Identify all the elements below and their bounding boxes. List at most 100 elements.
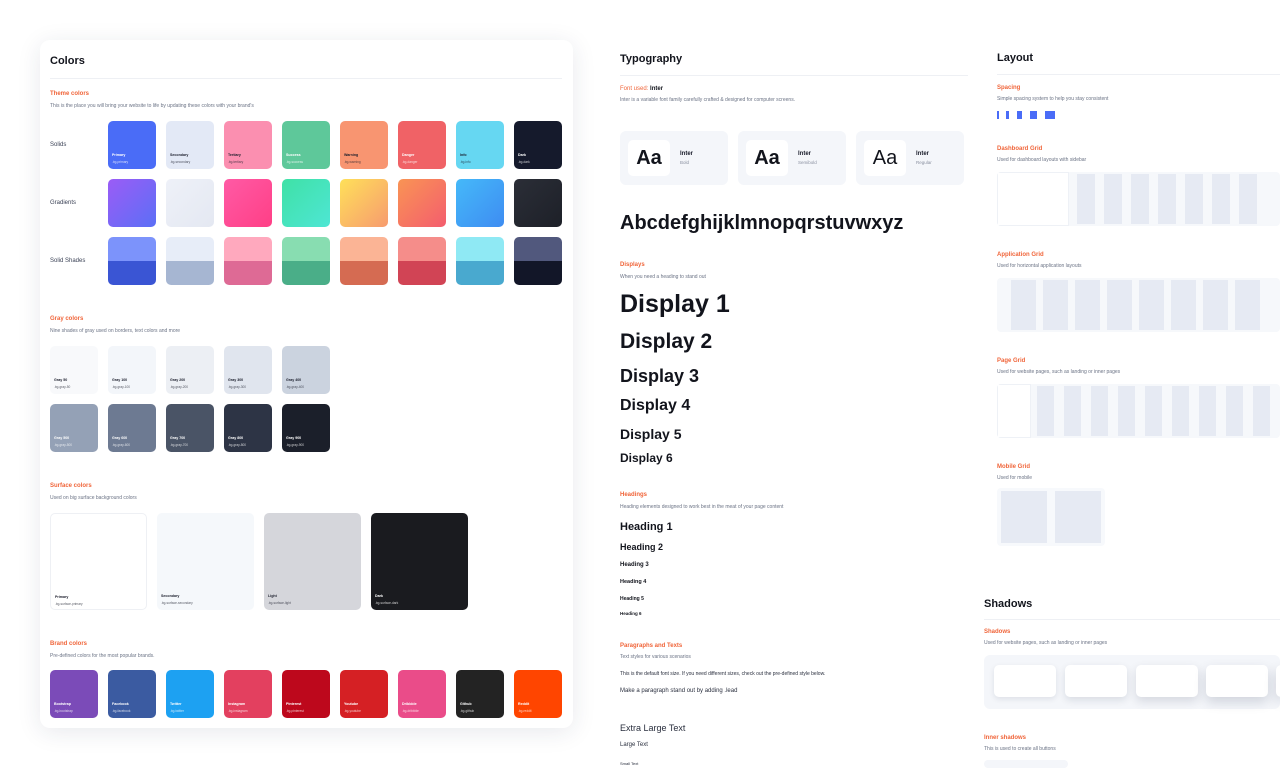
divider <box>984 619 1280 620</box>
shadows-title: Shadows <box>984 629 1011 635</box>
color-swatch <box>282 179 330 227</box>
paragraphs-desc: Text styles for various scenarios <box>620 654 691 660</box>
swatch-name: Youtube <box>344 702 359 706</box>
swatch-code: .bg-warning <box>344 160 361 164</box>
swatch-name: Tertiary <box>228 153 241 157</box>
color-swatch: Gray 200 .bg-gray-200 <box>166 346 214 394</box>
displays-title: Displays <box>620 262 645 268</box>
swatch-name: Gray 800 <box>228 436 244 440</box>
display-4: Display 4 <box>620 397 691 414</box>
swatch-name: Gray 500 <box>54 436 70 440</box>
swatch-code: .bg-success <box>286 160 304 164</box>
swatch-code: .bg-bootstrap <box>54 709 73 713</box>
color-swatch: Gray 400 .bg-gray-400 <box>282 346 330 394</box>
color-swatch: Primary .bg-primary <box>108 121 156 169</box>
page-grid <box>997 384 1280 438</box>
swatch-code: .bg-gray-400 <box>286 385 305 389</box>
inner-shadow-preview <box>984 760 1068 768</box>
grid-column <box>1171 280 1196 330</box>
grid-column <box>1064 386 1081 436</box>
swatch-code: .bg-twitter <box>170 709 184 713</box>
row-label-solid-shades: Solid Shades <box>50 258 86 264</box>
typography-title: Typography <box>620 53 683 65</box>
color-swatch: Gray 500 .bg-gray-500 <box>50 404 98 452</box>
font-name: Inter <box>798 151 812 157</box>
swatch-name: Gray 100 <box>112 378 128 382</box>
mobile-grid-title: Mobile Grid <box>997 464 1030 470</box>
paragraph-default: This is the default font size. If you ne… <box>620 671 826 677</box>
application-grid-desc: Used for horizontal application layouts <box>997 263 1082 269</box>
color-swatch: Dribbble .bg-dribbble <box>398 670 446 718</box>
font-card-regular: Aa Inter Regular <box>856 131 964 185</box>
swatch-name: Gray 700 <box>170 436 186 440</box>
swatch-name: Gray 400 <box>286 378 302 382</box>
spacing-title: Spacing <box>997 85 1021 91</box>
font-sample: Aa <box>628 140 670 176</box>
color-swatch: Primary .bg-surface-primary <box>50 513 147 610</box>
swatch-name: Dark <box>518 153 526 157</box>
paragraph-lead: Make a paragraph stand out by adding .le… <box>620 688 738 694</box>
swatch-name: Danger <box>402 153 415 157</box>
color-swatch: Facebook .bg-facebook <box>108 670 156 718</box>
color-swatch <box>224 179 272 227</box>
color-swatch <box>282 237 330 285</box>
swatch-name: Gray 300 <box>228 378 244 382</box>
color-swatch: Gray 100 .bg-gray-100 <box>108 346 156 394</box>
row-label-solids: Solids <box>50 142 67 148</box>
font-name: Inter <box>680 151 694 157</box>
grid-column <box>1139 280 1164 330</box>
color-swatch: Gray 800 .bg-gray-800 <box>224 404 272 452</box>
swatch-name: Gray 900 <box>286 436 302 440</box>
grid-column <box>1075 280 1100 330</box>
color-swatch: Instagram .bg-instagram <box>224 670 272 718</box>
swatch-code: .bg-gray-900 <box>286 443 305 447</box>
swatch-code: .bg-gray-300 <box>228 385 247 389</box>
color-swatch <box>514 179 562 227</box>
surface-colors-desc: Used on big surface background colors <box>50 495 137 501</box>
swatch-name: Bootstrap <box>54 702 71 706</box>
heading-2: Heading 2 <box>620 542 664 552</box>
spacing-desc: Simple spacing system to help you stay c… <box>997 96 1109 102</box>
swatch-code: .bg-surface-primary <box>55 602 83 606</box>
dashboard-sidebar <box>997 172 1069 226</box>
theme-colors-desc: This is the place you will bring your we… <box>50 103 254 109</box>
color-swatch: Bootstrap .bg-bootstrap <box>50 670 98 718</box>
heading-5: Heading 5 <box>620 596 644 602</box>
extra-large-text: Extra Large Text <box>620 723 686 733</box>
grid-column <box>1185 174 1203 224</box>
shadow-card-2xl <box>1276 665 1280 697</box>
color-swatch: Dark .bg-surface-dark <box>371 513 468 610</box>
grid-column <box>1077 174 1095 224</box>
spacing-unit <box>1045 111 1055 119</box>
alphabet-sample: Abcdefghijklmnopqrstuvwxyz <box>620 212 904 234</box>
swatch-code: .bg-danger <box>402 160 418 164</box>
grid-column <box>1104 174 1122 224</box>
display-5: Display 5 <box>620 426 682 442</box>
heading-1: Heading 1 <box>620 521 673 533</box>
color-swatch: Success .bg-success <box>282 121 330 169</box>
layout-title: Layout <box>997 52 1034 64</box>
color-swatch: Danger .bg-danger <box>398 121 446 169</box>
swatch-code: .bg-gray-800 <box>228 443 247 447</box>
color-swatch: Gray 600 .bg-gray-600 <box>108 404 156 452</box>
heading-3: Heading 3 <box>620 562 649 568</box>
shadow-card-lg <box>1136 665 1198 697</box>
brand-colors-desc: Pre-defined colors for the most popular … <box>50 653 155 659</box>
grid-column <box>1145 386 1162 436</box>
swatch-name: Secondary <box>170 153 189 157</box>
swatch-code: .bg-dark <box>518 160 530 164</box>
shadow-card-sm <box>994 665 1056 697</box>
brand-colors-title: Brand colors <box>50 641 88 647</box>
font-sample: Aa <box>746 140 788 176</box>
surface-colors-title: Surface colors <box>50 483 92 489</box>
color-swatch: Gray 700 .bg-gray-700 <box>166 404 214 452</box>
mobile-grid-desc: Used for mobile <box>997 475 1033 481</box>
swatch-name: Reddit <box>518 702 530 706</box>
color-swatch: Info .bg-info <box>456 121 504 169</box>
color-swatch <box>456 237 504 285</box>
displays-desc: When you need a heading to stand out <box>620 274 706 280</box>
swatch-name: Secondary <box>161 594 180 598</box>
font-used-label: Font used: <box>620 86 649 92</box>
small-text: Small Text <box>620 761 639 766</box>
swatch-name: Light <box>268 594 277 598</box>
